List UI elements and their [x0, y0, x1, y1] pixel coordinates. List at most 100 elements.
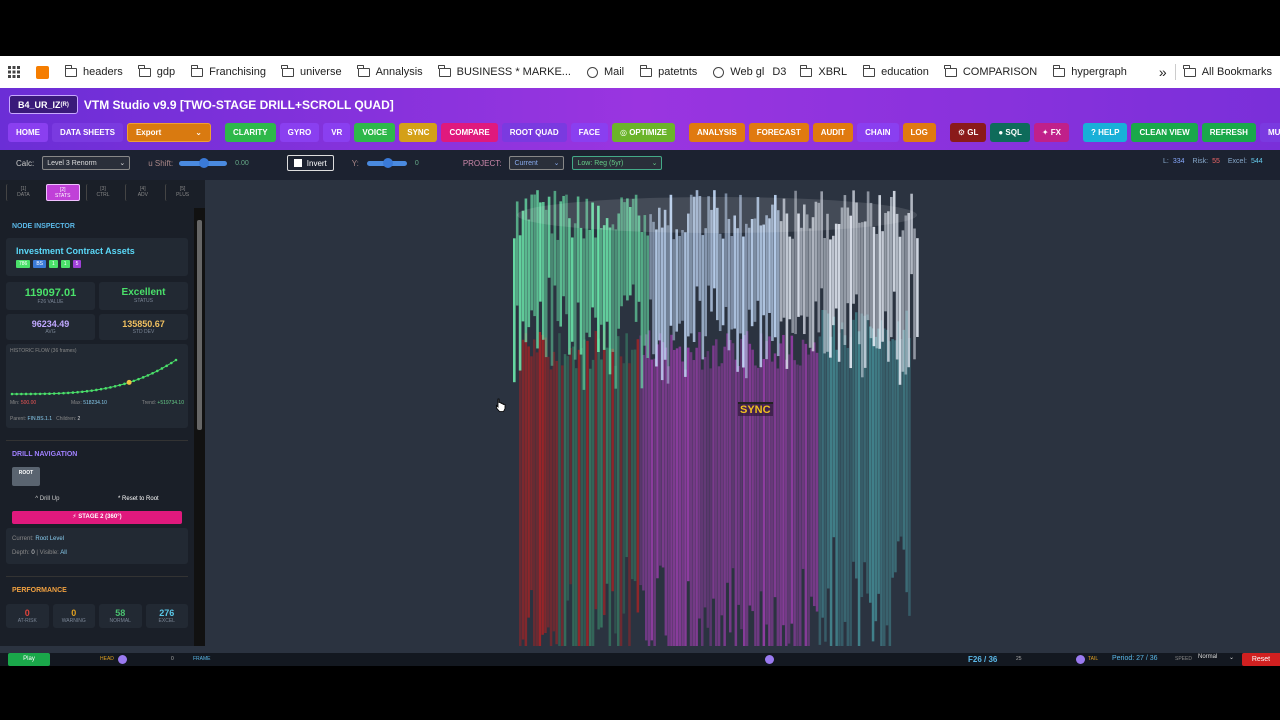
head-slider-thumb[interactable] — [118, 655, 127, 664]
status-value: Excellent — [121, 287, 166, 298]
scene-column — [555, 360, 558, 645]
speed-select[interactable]: Normal ⌄ — [1196, 654, 1236, 665]
side-tab-ctrl[interactable]: [3] CTRL — [85, 184, 120, 201]
scene-column — [675, 229, 678, 332]
bookmark-item[interactable]: XBRL — [792, 64, 855, 78]
bookmark-item[interactable]: Annalysis — [350, 64, 431, 78]
sparkline-point — [141, 376, 145, 379]
scene-column — [829, 336, 833, 646]
bookmark-item[interactable]: universe — [274, 64, 350, 78]
scene-column — [608, 227, 612, 375]
sparkline-point — [151, 371, 154, 375]
bookmark-item[interactable]: Franchising — [183, 64, 274, 78]
toolbar-button-gl[interactable]: ⚙ GL — [949, 123, 987, 142]
toolbar-button-gyro[interactable]: GYRO — [279, 123, 320, 142]
toolbar-button-help[interactable]: ? HELP — [1083, 123, 1128, 142]
invert-toggle[interactable]: Invert — [286, 155, 334, 171]
sidebar: [1] DATA [2] STATS [3] CTRL [4] ADV [5] PLUS NODE… — [0, 180, 205, 646]
scene-column — [527, 346, 530, 618]
bookmark-item[interactable]: Mail — [579, 66, 632, 78]
more-bookmarks-icon[interactable]: » — [1151, 64, 1175, 80]
toolbar-button-fx[interactable]: ✦ FX — [1033, 123, 1070, 142]
app-window: B4_UR_IZ (R) VTM Studio v9.9 [TWO-STAGE D… — [0, 88, 1280, 666]
toolbar-button-analysis[interactable]: ANALYSIS — [688, 123, 745, 142]
scene-column — [640, 232, 644, 389]
project-label: PROJECT: — [462, 158, 502, 168]
play-button[interactable]: Play — [8, 653, 50, 666]
scene-column — [678, 235, 681, 324]
toolbar-button-clarity[interactable]: CLARITY — [224, 123, 276, 142]
toolbar-button-optimize[interactable]: ◎ OPTIMIZE — [612, 123, 675, 142]
all-bookmarks[interactable]: All Bookmarks — [1176, 64, 1280, 78]
bookmark-item[interactable]: gdp — [131, 64, 183, 78]
stage-button[interactable]: ⚡ STAGE 2 (360°) — [12, 511, 182, 524]
toolbar-button-data-sheets[interactable]: DATA SHEETS — [52, 123, 123, 142]
toolbar-button-root-quad[interactable]: ROOT QUAD — [501, 123, 567, 142]
bookmark-item[interactable]: patetnts — [632, 64, 705, 78]
toolbar-button-home[interactable]: HOME — [8, 123, 48, 142]
toolbar-button-audit[interactable]: AUDIT — [812, 123, 854, 142]
3d-viewport[interactable]: SYNC — [217, 180, 1280, 646]
toolbar-button-log[interactable]: LOG — [902, 123, 936, 142]
project-select[interactable]: Current ⌄ — [509, 156, 565, 170]
calc-select[interactable]: Level 3 Renorm ⌄ — [42, 156, 131, 170]
y-slider[interactable] — [366, 157, 407, 168]
toolbar-button-voice[interactable]: VOICE — [354, 123, 396, 142]
scene-column — [675, 348, 679, 646]
toolbar-button-clean-view[interactable]: CLEAN VIEW — [1131, 123, 1198, 142]
scene-column — [726, 333, 729, 583]
folder-icon — [639, 64, 653, 77]
calc-label: Calc: — [16, 158, 35, 168]
toolbar-button-forecast[interactable]: FORECAST — [748, 123, 809, 142]
reset-root-button[interactable]: * Reset to Root — [118, 496, 159, 502]
toolbar-button-face[interactable]: FACE — [570, 123, 608, 142]
globe-icon — [713, 66, 725, 78]
bookmark-item[interactable]: headers — [57, 64, 131, 78]
bookmark-item[interactable]: hypergraph — [1045, 64, 1135, 78]
scene-column — [706, 351, 710, 628]
sidebar-scrollbar[interactable] — [194, 208, 205, 646]
scene-column — [701, 235, 705, 360]
max-stat: Max: 518234.10 — [71, 400, 107, 406]
tail-slider-thumb[interactable] — [1076, 655, 1085, 664]
scene-column — [591, 359, 595, 646]
toolbar-button-sql[interactable]: ● SQL — [990, 123, 1030, 142]
sparkline-line — [11, 359, 177, 395]
reset-button[interactable]: Reset — [1242, 653, 1280, 666]
toolbar-button-export[interactable]: Export ⌄ — [126, 123, 211, 142]
apps-grid-icon[interactable] — [0, 66, 28, 78]
toolbar-button-refresh[interactable]: REFRESH — [1201, 123, 1256, 142]
bookmark-item[interactable]: education — [855, 64, 937, 78]
side-tab-data[interactable]: [1] DATA — [6, 184, 40, 201]
toolbar-button-sync[interactable]: SYNC — [399, 123, 438, 142]
toolbar-button-compare[interactable]: COMPARE — [441, 123, 498, 142]
toolbar-button-multi[interactable]: MULTI — [1259, 123, 1280, 142]
scene-column — [563, 354, 567, 646]
horizon-select[interactable]: Low: Reg (5yr) ⌄ — [572, 156, 663, 170]
ushift-slider[interactable] — [179, 157, 228, 168]
toolbar: HOME DATA SHEETS Export ⌄ CLARITY GYRO VR VOIC… — [8, 123, 1280, 142]
sparkline-point — [71, 391, 75, 394]
node-tag: 1 — [49, 260, 58, 268]
scene-column — [849, 337, 852, 646]
bookmark-item[interactable]: BUSINESS * MARKE... — [431, 64, 579, 78]
side-tab-plus[interactable]: [5] PLUS — [165, 184, 199, 201]
drill-up-button[interactable]: ^ Drill Up — [35, 496, 59, 502]
bookmark-item[interactable]: COMPARISON — [937, 64, 1045, 78]
blogger-icon[interactable] — [28, 65, 57, 79]
toolbar-button-vr[interactable]: VR — [323, 123, 351, 142]
scene-column — [898, 236, 902, 385]
side-tab-adv[interactable]: [4] ADV — [125, 184, 159, 201]
bookmark-item[interactable]: Web gl — [705, 66, 772, 78]
root-button[interactable]: ROOT — [12, 467, 40, 486]
scene-column — [718, 233, 722, 332]
scene-column — [647, 330, 651, 646]
side-tab-stats[interactable]: [2] STATS — [45, 184, 80, 201]
frame-slider-thumb[interactable] — [765, 655, 774, 664]
scene-column — [577, 349, 581, 646]
scene-column — [556, 239, 560, 322]
std-label: STD DEV — [132, 329, 155, 335]
toolbar-button-chain[interactable]: CHAIN — [857, 123, 899, 142]
scene-column — [527, 219, 531, 328]
bookmark-item[interactable]: D3 — [772, 66, 792, 78]
